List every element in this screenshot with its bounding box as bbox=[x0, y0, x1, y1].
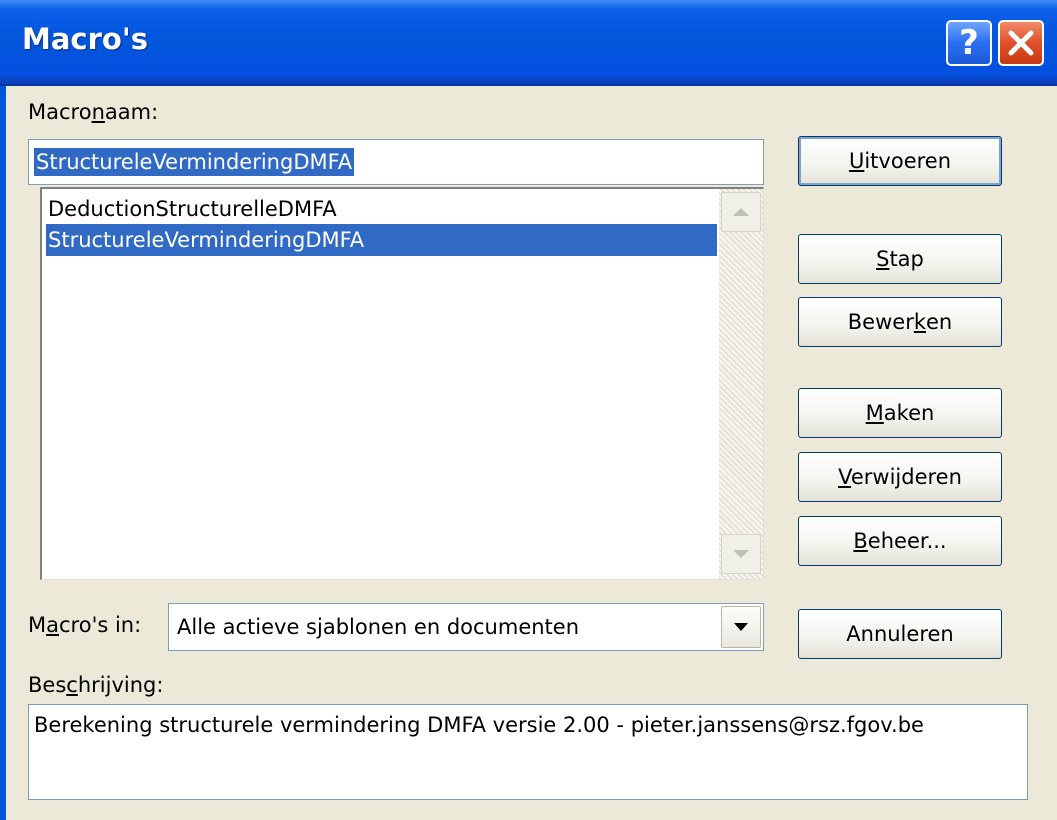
window-frame-left bbox=[0, 86, 6, 820]
create-button[interactable]: Maken bbox=[798, 388, 1002, 438]
delete-button[interactable]: Verwijderen bbox=[798, 452, 1002, 502]
list-item[interactable]: DeductionStructurelleDMFA bbox=[46, 193, 337, 225]
list-item-selected[interactable]: StructureleVerminderingDMFA bbox=[46, 224, 717, 256]
dropdown-button[interactable] bbox=[721, 606, 761, 648]
list-scrollbar[interactable] bbox=[719, 189, 763, 579]
cancel-button[interactable]: Annuleren bbox=[798, 609, 1002, 659]
scroll-down-icon bbox=[733, 550, 749, 558]
close-button[interactable] bbox=[998, 20, 1044, 66]
macros-in-select[interactable]: Alle actieve sjablonen en documenten bbox=[168, 603, 764, 651]
macro-name-input[interactable]: StructureleVerminderingDMFA bbox=[28, 139, 764, 185]
macros-in-value: Alle actieve sjablonen en documenten bbox=[177, 615, 580, 639]
macro-name-value: StructureleVerminderingDMFA bbox=[34, 148, 355, 176]
chevron-down-icon bbox=[734, 623, 748, 631]
help-icon: ? bbox=[959, 23, 979, 63]
scroll-up-button[interactable] bbox=[721, 192, 761, 232]
organizer-button[interactable]: Beheer... bbox=[798, 516, 1002, 566]
macros-in-label: Macro's in: bbox=[28, 613, 142, 637]
close-icon bbox=[1008, 30, 1034, 56]
step-button[interactable]: Stap bbox=[798, 234, 1002, 284]
run-button[interactable]: Uitvoeren bbox=[798, 136, 1002, 186]
window-title: Macro's bbox=[22, 22, 148, 56]
title-bar: Macro's ? bbox=[0, 0, 1057, 86]
description-label: Beschrijving: bbox=[28, 673, 164, 697]
macro-name-label: Macronaam: bbox=[28, 100, 159, 124]
description-box: Berekening structurele vermindering DMFA… bbox=[28, 704, 1028, 800]
macro-list[interactable]: DeductionStructurelleDMFA StructureleVer… bbox=[40, 187, 764, 580]
edit-button[interactable]: Bewer k en bbox=[798, 297, 1002, 347]
help-button[interactable]: ? bbox=[946, 20, 992, 66]
scroll-up-icon bbox=[733, 208, 749, 216]
scroll-down-button[interactable] bbox=[721, 534, 761, 574]
description-text: Berekening structurele vermindering DMFA… bbox=[34, 713, 924, 737]
